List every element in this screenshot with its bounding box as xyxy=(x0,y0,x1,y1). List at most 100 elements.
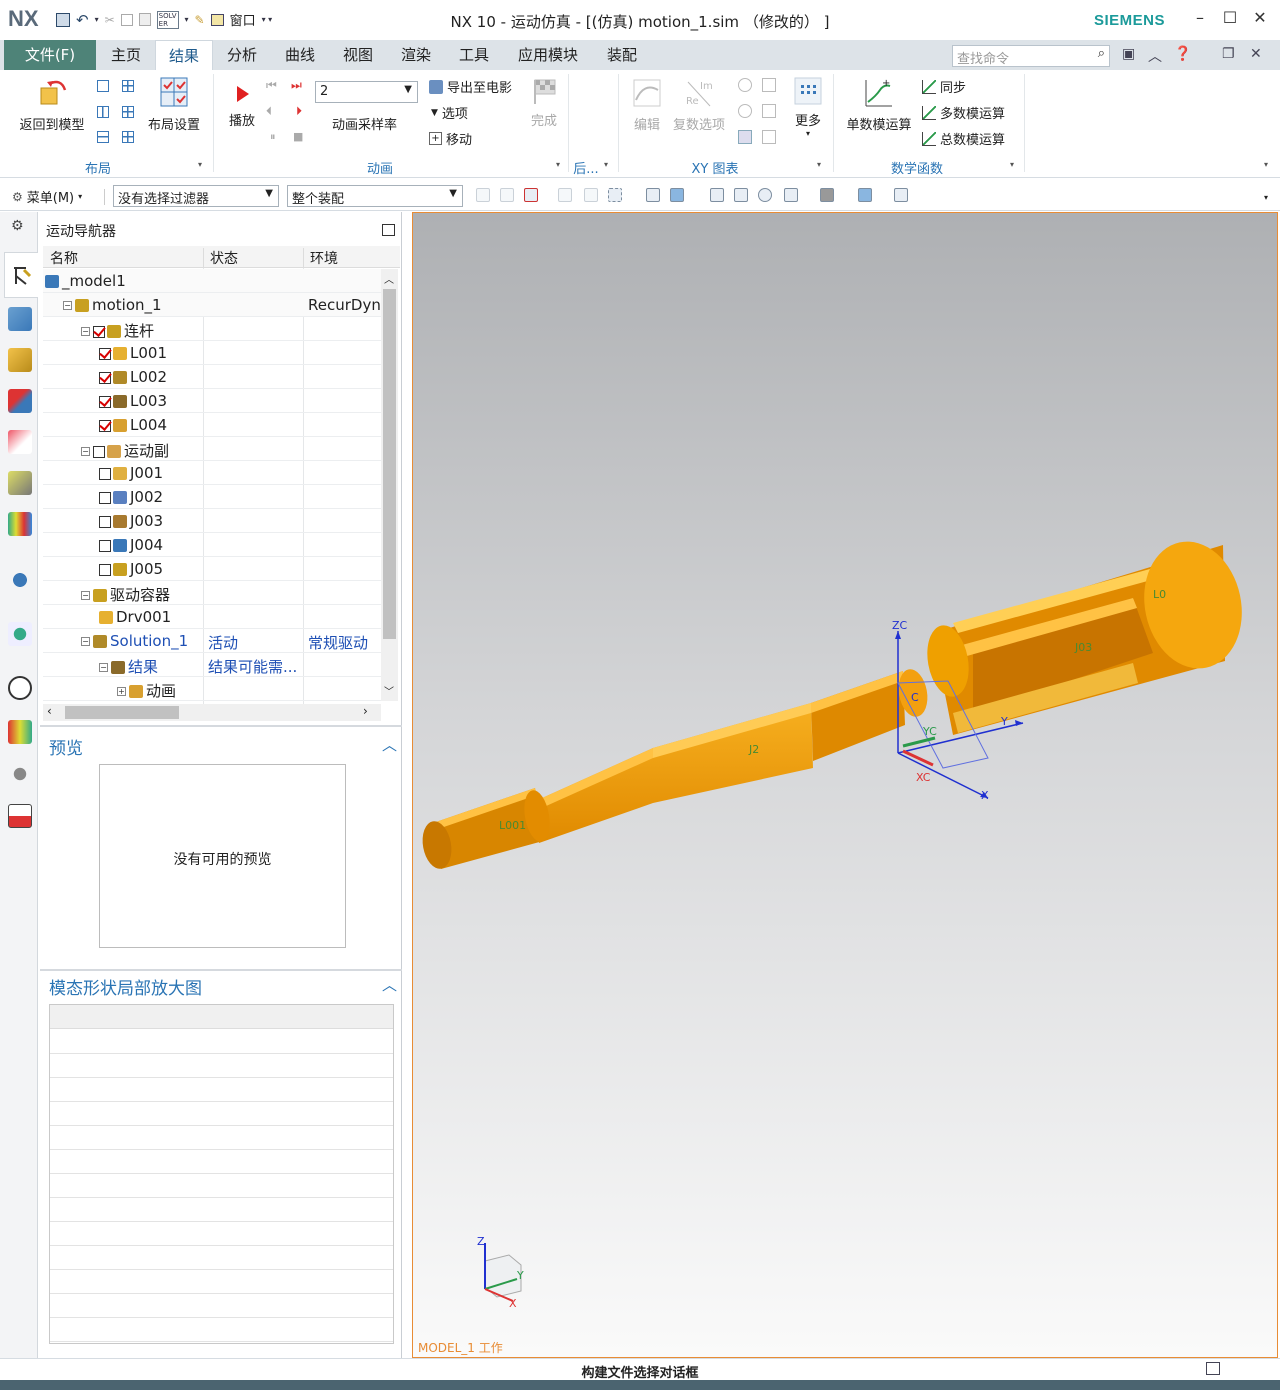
visibility-checkbox[interactable] xyxy=(99,419,111,432)
fit-view-icon[interactable] xyxy=(710,188,724,202)
visibility-checkbox[interactable] xyxy=(99,467,111,480)
search-icon[interactable]: ⌕ xyxy=(1098,46,1105,61)
ribbon-options-dropdown-icon[interactable]: ▾ xyxy=(1264,160,1268,169)
move-button[interactable]: + 移动 xyxy=(429,129,472,148)
sync-button[interactable]: 同步 xyxy=(922,77,966,96)
maximize-icon[interactable]: ☐ xyxy=(1218,8,1242,27)
visibility-checkbox[interactable] xyxy=(99,539,111,552)
link-l002[interactable] xyxy=(521,703,813,844)
selection-filter-select[interactable]: 没有选择过滤器 ▼ xyxy=(113,185,279,207)
visibility-checkbox[interactable] xyxy=(99,515,111,528)
delete-plot-icon[interactable] xyxy=(762,130,776,144)
sample-rate-select[interactable]: 2 ▼ xyxy=(315,81,418,103)
scroll-up-icon[interactable]: ︿ xyxy=(384,271,394,286)
tree-node[interactable]: J005 xyxy=(99,560,163,578)
process-studio-icon[interactable] xyxy=(8,622,32,646)
main-menu-button[interactable]: ⚙ 菜单(M) ▾ xyxy=(12,187,82,207)
visibility-checkbox[interactable] xyxy=(93,445,105,458)
tree-horizontal-scrollbar[interactable]: ‹ › xyxy=(43,704,381,721)
tree-node[interactable]: − 连杆 xyxy=(81,320,154,341)
collapse-icon[interactable]: − xyxy=(99,663,108,672)
restore-icon[interactable]: ❐ xyxy=(1222,46,1235,62)
visualization-icon[interactable] xyxy=(894,188,908,202)
complex-options-button[interactable]: Im Re 复数选项 xyxy=(668,76,730,133)
tree-vertical-scrollbar[interactable]: ︿ ﹀ xyxy=(381,269,398,701)
preview-title[interactable]: 预览 xyxy=(49,734,83,759)
tree-row[interactable]: Drv001 xyxy=(43,605,381,629)
resource-settings-icon[interactable]: ⚙ xyxy=(11,218,24,234)
web-browser-icon[interactable] xyxy=(8,512,32,536)
tree-row[interactable]: − 运动副 xyxy=(43,437,381,461)
minimize-icon[interactable]: – xyxy=(1188,8,1212,27)
math-group-dropdown-icon[interactable]: ▾ xyxy=(1010,160,1014,169)
two-view-horizontal-icon[interactable] xyxy=(97,131,109,143)
tree-node[interactable]: J004 xyxy=(99,536,163,554)
scroll-thumb[interactable] xyxy=(65,706,179,719)
grid-view-icon[interactable] xyxy=(122,106,134,118)
tree-node[interactable]: − Solution_1 xyxy=(81,632,188,650)
command-search-input[interactable]: 查找命令 ⌕ xyxy=(952,45,1110,67)
solver-icon[interactable]: SOLV ER xyxy=(156,10,179,29)
snap-end-icon[interactable] xyxy=(500,188,514,202)
tree-node[interactable]: L001 xyxy=(99,344,167,362)
tree-row[interactable]: L001 xyxy=(43,341,381,365)
last-frame-icon[interactable]: ⏭ xyxy=(291,78,302,93)
pause-icon[interactable]: ⏸ xyxy=(270,130,276,144)
animation-group-dropdown-icon[interactable]: ▾ xyxy=(556,160,560,169)
file-menu[interactable]: 文件(F) xyxy=(4,40,96,70)
tree-row[interactable]: − 驱动容器 xyxy=(43,581,381,605)
multi-operation-button[interactable]: 多数模运算 xyxy=(922,103,1005,122)
first-frame-icon[interactable]: ⏮ xyxy=(266,78,277,93)
paste-icon[interactable] xyxy=(138,13,151,26)
assembly-navigator-icon[interactable] xyxy=(8,307,32,331)
tree-node[interactable]: − 结果 xyxy=(99,656,158,677)
xy-edit-button[interactable]: 编辑 xyxy=(626,76,668,133)
panel-divider[interactable] xyxy=(40,969,402,971)
step-back-icon[interactable]: ⏴ xyxy=(266,104,272,119)
window-menu-dropdown-icon[interactable]: ▾ ▾ xyxy=(262,15,273,24)
tree-node[interactable]: − motion_1 xyxy=(63,296,162,314)
tree-node[interactable]: − 驱动容器 xyxy=(81,584,170,605)
tree-row[interactable]: − 连杆 xyxy=(43,317,381,341)
tab-application[interactable]: 应用模块 xyxy=(504,40,592,70)
orient-view-icon[interactable] xyxy=(784,188,798,202)
probe-icon[interactable] xyxy=(738,78,752,92)
link-l004[interactable] xyxy=(895,532,1253,735)
post-group-dropdown-icon[interactable]: ▾ xyxy=(604,160,608,169)
clock-icon[interactable] xyxy=(8,676,32,700)
system-scene-icon[interactable] xyxy=(8,762,32,786)
tree-row[interactable]: _model1 xyxy=(43,269,381,293)
visibility-checkbox[interactable] xyxy=(99,491,111,504)
rotate-icon[interactable] xyxy=(758,188,772,202)
column-environment[interactable]: 环境 xyxy=(310,248,338,268)
palette-icon[interactable] xyxy=(8,804,32,828)
visibility-checkbox[interactable] xyxy=(99,371,111,384)
snap-point-icon[interactable] xyxy=(476,188,490,202)
tree-node[interactable]: + 动画 xyxy=(117,680,176,701)
layout-settings-button[interactable]: 布局设置 xyxy=(140,76,208,133)
window-menu[interactable]: 窗口 xyxy=(230,10,256,29)
total-operation-button[interactable]: 总数模运算 xyxy=(922,129,1005,148)
tab-results[interactable]: 结果 xyxy=(155,40,213,70)
selection-scope-select[interactable]: 整个装配 ▼ xyxy=(287,185,463,207)
close-part-icon[interactable]: ✕ xyxy=(1250,46,1262,62)
resource-bar-icon[interactable]: ▣ xyxy=(1122,46,1135,62)
collapse-icon[interactable]: − xyxy=(81,591,90,600)
column-name[interactable]: 名称 xyxy=(50,248,78,268)
tab-curve[interactable]: 曲线 xyxy=(272,40,328,70)
render-style-icon[interactable] xyxy=(820,188,834,202)
save-icon[interactable] xyxy=(56,12,70,27)
tab-render[interactable]: 渲染 xyxy=(388,40,444,70)
reuse-library-icon[interactable] xyxy=(8,430,32,454)
collapse-icon[interactable]: − xyxy=(81,327,90,336)
column-divider[interactable] xyxy=(303,248,304,270)
show-hide-icon[interactable] xyxy=(646,188,660,202)
step-forward-icon[interactable]: ⏵ xyxy=(296,104,302,119)
motion-navigator-tab[interactable] xyxy=(4,252,38,298)
tree-row[interactable]: + 动画 xyxy=(43,677,381,701)
tree-row[interactable]: − 结果 结果可能需... xyxy=(43,653,381,677)
part-navigator-icon[interactable] xyxy=(8,389,32,413)
help-icon[interactable]: ❓ xyxy=(1174,46,1191,62)
scroll-thumb[interactable] xyxy=(383,289,396,639)
model-graphics[interactable] xyxy=(413,213,1278,1358)
